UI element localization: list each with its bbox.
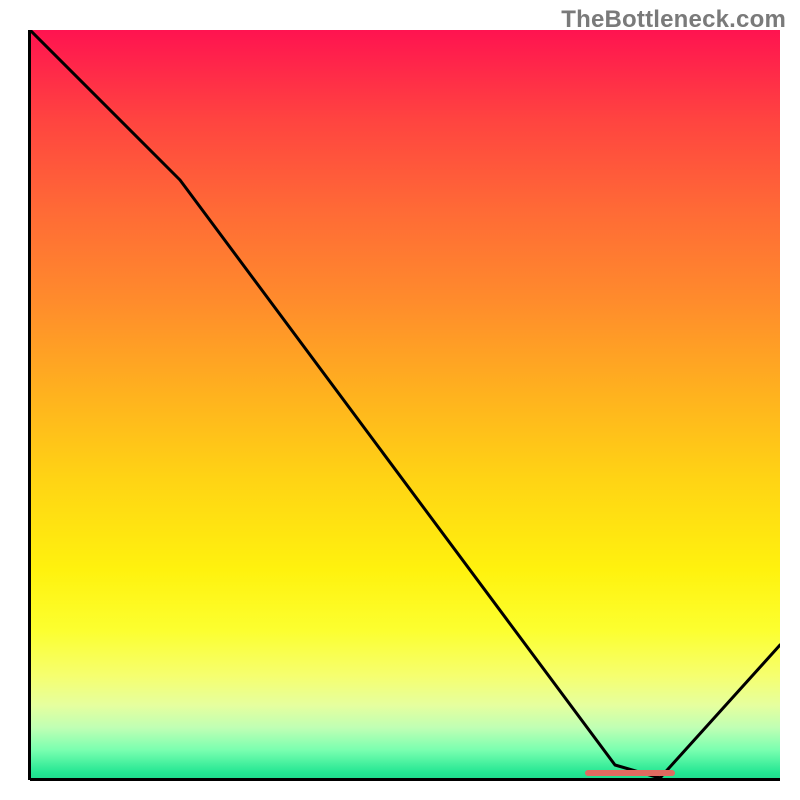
plot-area xyxy=(30,30,780,780)
curve-path xyxy=(30,30,780,778)
minimum-marker-strip xyxy=(585,770,675,776)
chart-container: TheBottleneck.com xyxy=(0,0,800,800)
bottleneck-curve xyxy=(30,30,780,780)
watermark-text: TheBottleneck.com xyxy=(561,6,786,34)
